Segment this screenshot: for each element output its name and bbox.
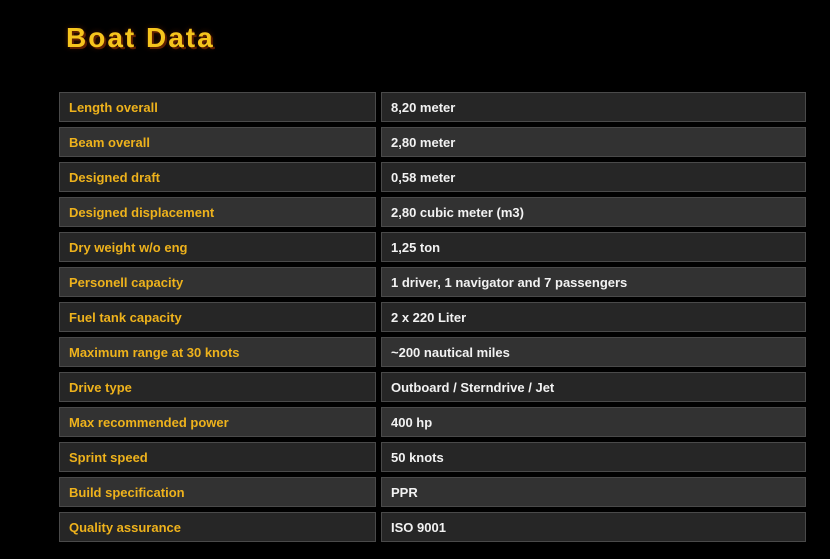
spec-row: Max recommended power 400 hp: [59, 407, 806, 437]
spec-row: Designed draft 0,58 meter: [59, 162, 806, 192]
spec-label-cell: Dry weight w/o eng: [59, 232, 376, 262]
spec-value-cell: 400 hp: [381, 407, 806, 437]
spec-label-cell: Max recommended power: [59, 407, 376, 437]
spec-label-cell: Maximum range at 30 knots: [59, 337, 376, 367]
spec-row: Personell capacity 1 driver, 1 navigator…: [59, 267, 806, 297]
spec-label-cell: Beam overall: [59, 127, 376, 157]
spec-row: Fuel tank capacity 2 x 220 Liter: [59, 302, 806, 332]
spec-value-cell: 1,25 ton: [381, 232, 806, 262]
spec-row: Quality assurance ISO 9001: [59, 512, 806, 542]
spec-label-cell: Designed displacement: [59, 197, 376, 227]
spec-value-cell: Outboard / Sterndrive / Jet: [381, 372, 806, 402]
spec-value-cell: 0,58 meter: [381, 162, 806, 192]
spec-value-cell: 8,20 meter: [381, 92, 806, 122]
spec-row: Beam overall 2,80 meter: [59, 127, 806, 157]
spec-label-cell: Designed draft: [59, 162, 376, 192]
spec-label-cell: Length overall: [59, 92, 376, 122]
spec-label-cell: Drive type: [59, 372, 376, 402]
spec-row: Length overall 8,20 meter: [59, 92, 806, 122]
spec-value-cell: 2,80 cubic meter (m3): [381, 197, 806, 227]
spec-label-cell: Sprint speed: [59, 442, 376, 472]
spec-row: Designed displacement 2,80 cubic meter (…: [59, 197, 806, 227]
spec-value-cell: 1 driver, 1 navigator and 7 passengers: [381, 267, 806, 297]
spec-value-cell: 2,80 meter: [381, 127, 806, 157]
spec-label-cell: Personell capacity: [59, 267, 376, 297]
spec-row: Sprint speed 50 knots: [59, 442, 806, 472]
spec-value-cell: ISO 9001: [381, 512, 806, 542]
spec-row: Maximum range at 30 knots ~200 nautical …: [59, 337, 806, 367]
spec-row: Build specification PPR: [59, 477, 806, 507]
spec-row: Drive type Outboard / Sterndrive / Jet: [59, 372, 806, 402]
boat-data-page: Boat Data Length overall 8,20 meter Beam…: [0, 0, 830, 559]
spec-value-cell: 50 knots: [381, 442, 806, 472]
spec-value-cell: PPR: [381, 477, 806, 507]
spec-label-cell: Quality assurance: [59, 512, 376, 542]
spec-value-cell: ~200 nautical miles: [381, 337, 806, 367]
page-title: Boat Data: [66, 22, 215, 54]
spec-table: Length overall 8,20 meter Beam overall 2…: [59, 92, 806, 547]
spec-label-cell: Fuel tank capacity: [59, 302, 376, 332]
spec-row: Dry weight w/o eng 1,25 ton: [59, 232, 806, 262]
spec-value-cell: 2 x 220 Liter: [381, 302, 806, 332]
spec-label-cell: Build specification: [59, 477, 376, 507]
